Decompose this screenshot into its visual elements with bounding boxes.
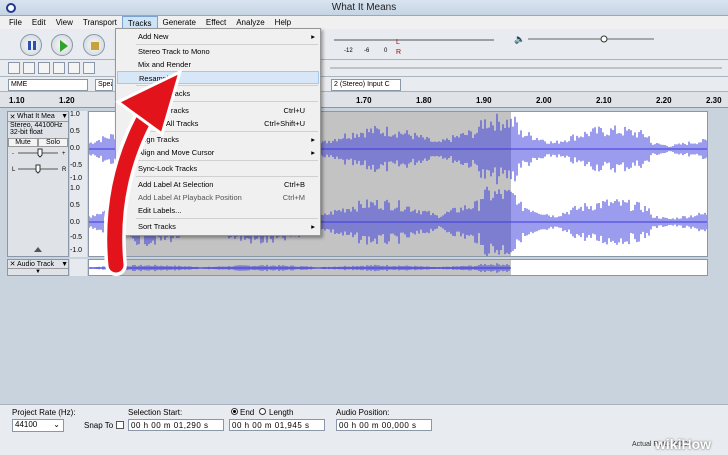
snap-to-label: Snap To	[84, 421, 114, 430]
scale-label: 1.0	[70, 185, 80, 192]
expand-track-icon[interactable]: ▼	[8, 269, 68, 275]
scale-label: -1.0	[70, 175, 83, 182]
menu-edit[interactable]: Edit	[27, 16, 51, 29]
input-channels-select[interactable]: 2 (Stereo) Input C	[331, 79, 401, 91]
svg-text:+: +	[62, 151, 66, 157]
menu-file[interactable]: File	[4, 16, 27, 29]
meter-r: R	[396, 49, 401, 56]
speaker-icon: 🔈	[514, 35, 525, 45]
window-title: What It Means	[331, 2, 397, 13]
meter-scale-2	[330, 63, 722, 74]
collapse-track-icon[interactable]	[8, 244, 68, 256]
stop-icon	[91, 42, 99, 50]
snap-to-checkbox[interactable]	[116, 421, 124, 429]
recording-meter[interactable]: -12 -6 0 L R	[334, 32, 494, 56]
ruler-tick: 2.20	[656, 96, 672, 105]
scale-label: 0.5	[70, 128, 80, 135]
menu-item-stereo-to-mono[interactable]: Stereo Track to Mono	[117, 45, 319, 58]
pan-r: R	[62, 167, 67, 173]
svg-text:-: -	[12, 151, 14, 157]
meter-scale-svg	[330, 67, 722, 69]
menu-item-add-new[interactable]: Add New ▸	[117, 30, 319, 43]
scale-label: -1.0	[70, 247, 83, 254]
track-menu-icon[interactable]: ▼	[61, 113, 68, 120]
track-control-panel[interactable]: ✕ What It Mea ▼ Stereo, 44100Hz 32-bit f…	[7, 111, 69, 257]
meter-tick: 0	[384, 48, 388, 54]
length-label: Length	[269, 408, 294, 417]
volume-slider-svg: 🔈	[514, 35, 654, 45]
red-pointer-arrow	[103, 69, 183, 276]
gain-thumb	[37, 148, 43, 158]
ruler-tick: 1.90	[476, 96, 492, 105]
stop-button[interactable]	[83, 34, 105, 56]
track-name[interactable]: What It Mea	[17, 113, 61, 120]
host-select[interactable]: MME	[8, 79, 88, 91]
ruler-tick: 2.30	[706, 96, 722, 105]
ruler-tick: 2.10	[596, 96, 612, 105]
mute-button[interactable]: Mute	[8, 138, 38, 147]
pan-l: L	[12, 167, 16, 173]
copy-icon[interactable]	[23, 62, 35, 74]
volume-thumb	[600, 35, 608, 43]
playback-volume-slider[interactable]: 🔈	[514, 33, 664, 45]
scale-label: 0.0	[70, 145, 80, 152]
solo-button[interactable]: Solo	[38, 138, 68, 147]
end-label: End	[240, 408, 255, 417]
silence-icon[interactable]	[68, 62, 80, 74]
scale-label: 0.0	[70, 219, 80, 226]
scale-label: -0.5	[70, 234, 83, 241]
scale-label: -0.5	[70, 162, 83, 169]
ruler-tick: 1.70	[356, 96, 372, 105]
track-menu-icon[interactable]: ▼	[61, 261, 68, 268]
meter-tick: -12	[344, 48, 353, 54]
project-rate-label: Project Rate (Hz):	[12, 408, 76, 417]
amplitude-scale-2	[70, 259, 87, 276]
trim-icon[interactable]	[53, 62, 65, 74]
track-info-bitdepth: 32-bit float	[10, 129, 43, 136]
edit-tools	[8, 62, 95, 74]
empty-track-area[interactable]	[7, 278, 708, 400]
paste-icon[interactable]	[38, 62, 50, 74]
play-button[interactable]	[51, 34, 73, 56]
wikihow-watermark: wikiHow	[655, 436, 712, 452]
close-track-icon[interactable]: ✕	[8, 113, 17, 121]
pause-icon	[28, 41, 36, 50]
meter-tick: -6	[364, 48, 370, 54]
play-icon	[60, 40, 68, 52]
meter-l: L	[396, 39, 400, 46]
scale-label: 0.5	[70, 202, 80, 209]
scale-label: 1.0	[70, 111, 80, 118]
selection-start-label: Selection Start:	[128, 408, 183, 417]
track-info-format: Stereo, 44100Hz	[10, 122, 63, 129]
length-radio[interactable]	[259, 408, 266, 415]
menu-view[interactable]: View	[51, 16, 78, 29]
audio-position-field[interactable]: 00 h 00 m 00,000 s	[336, 419, 432, 431]
menu-bar: File Edit View Transport Tracks Generate…	[0, 16, 728, 29]
ruler-tick: 2.00	[536, 96, 552, 105]
close-track-icon[interactable]: ✕	[8, 260, 17, 268]
amplitude-scale: 1.0 0.5 0.0 -0.5 -1.0 1.0 0.5 0.0 -0.5 -…	[70, 111, 87, 257]
cut-icon[interactable]	[8, 62, 20, 74]
track-name[interactable]: Audio Track	[17, 261, 61, 268]
selection-end-field[interactable]: 00 h 00 m 01,945 s	[229, 419, 325, 431]
project-rate-select[interactable]: 44100 ⌄	[12, 419, 64, 432]
end-radio[interactable]	[231, 408, 238, 415]
ruler-tick: 1.10	[9, 96, 25, 105]
ruler-tick: 1.80	[416, 96, 432, 105]
ruler-tick: 1.20	[59, 96, 75, 105]
gain-pan-sliders[interactable]: - + L R	[8, 147, 68, 187]
pause-button[interactable]	[20, 34, 42, 56]
selection-start-field[interactable]: 00 h 00 m 01,290 s	[128, 419, 224, 431]
audio-position-label: Audio Position:	[336, 408, 390, 417]
pan-thumb	[35, 164, 41, 174]
meter-svg: -12 -6 0 L R	[334, 39, 494, 56]
audio-track-control-panel[interactable]: ✕ Audio Track ▼ ▼	[7, 259, 69, 276]
